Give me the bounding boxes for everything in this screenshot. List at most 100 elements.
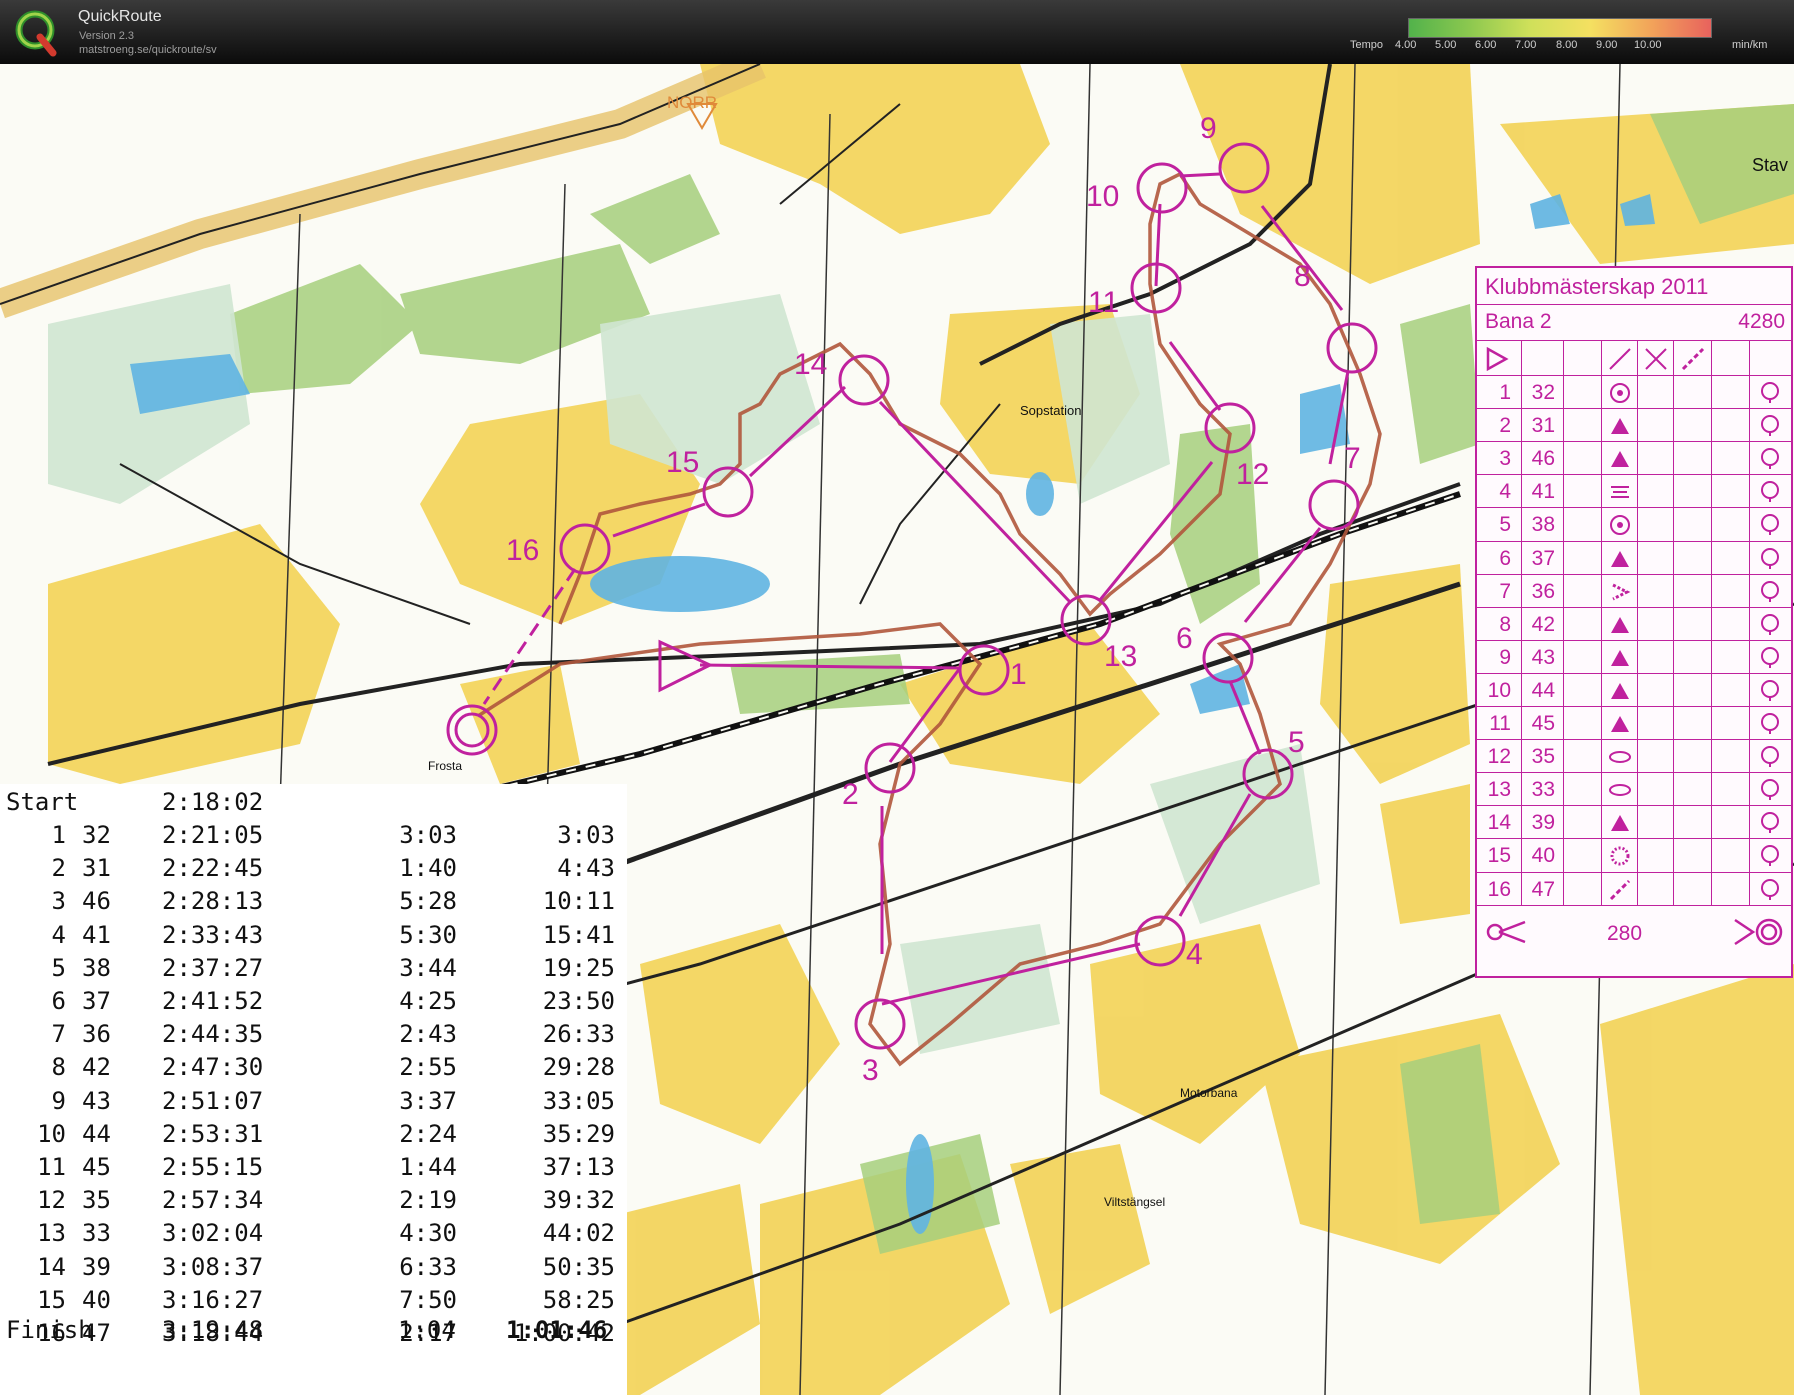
split-control-number: 8 [51, 1053, 66, 1082]
control-code: 43 [1531, 645, 1555, 669]
split-row: 4 41 2:33:43 5:30 15:41 [0, 921, 627, 954]
card-divider [1477, 304, 1791, 340]
split-leg-time: 2:19 [399, 1186, 457, 1215]
split-control-code: 38 [82, 953, 111, 982]
split-leg-time: 5:28 [399, 887, 457, 916]
boulder-icon [1611, 716, 1629, 732]
control-code: 32 [1531, 381, 1555, 404]
control-number: 6 [1499, 546, 1511, 570]
split-control-number: 6 [51, 987, 66, 1015]
split-leg-time: 5:30 [399, 920, 457, 949]
control-code: 40 [1531, 844, 1555, 868]
split-leg-time: 3:44 [399, 953, 457, 982]
split-control-number: 4 [51, 920, 66, 949]
control-number: 16 [506, 534, 539, 567]
control-code: 35 [1531, 745, 1555, 769]
control-number: 16 [1487, 877, 1511, 901]
split-control-code: 35 [82, 1186, 111, 1215]
control-location-icon [1761, 845, 1779, 867]
control-code: 33 [1531, 778, 1555, 802]
split-row: 3 46 2:28:13 5:28 10:11 [0, 887, 627, 920]
control-code: 36 [1531, 579, 1555, 603]
control-number: 9 [1499, 645, 1511, 669]
control-number: 4 [1186, 938, 1203, 971]
boulder-icon [1611, 550, 1629, 567]
control-location-icon [1761, 613, 1779, 635]
tempo-tick: 4.00 [1395, 39, 1417, 51]
control-number: 12 [1487, 745, 1511, 769]
card-column-line [1673, 340, 1674, 905]
control-code: 47 [1531, 877, 1555, 901]
finish-funnel-icon [1486, 920, 1526, 944]
split-row: 7 36 2:44:35 2:43 26:33 [0, 1020, 627, 1053]
control-number: 3 [862, 1054, 879, 1087]
pit-icon [1610, 846, 1630, 866]
split-clock-time: 2:22:45 [162, 854, 264, 883]
split-clock-time: 2:55:15 [162, 1153, 264, 1181]
control-code: 38 [1531, 513, 1555, 537]
start-triangle-icon [1486, 347, 1509, 371]
control-number: 11 [1489, 712, 1511, 735]
thicket-icon [1609, 784, 1631, 797]
tempo-tick: 5.00 [1435, 39, 1457, 51]
split-clock-time: 2:44:35 [162, 1020, 264, 1049]
split-leg-time: 3:03 [399, 821, 457, 849]
control-description-row: 11 45 [1477, 706, 1791, 742]
split-control-number: 7 [51, 1020, 66, 1049]
boulder-icon [1611, 815, 1629, 832]
split-row: 14 39 3:08:37 6:33 50:35 [0, 1253, 627, 1286]
split-row: 15 40 3:16:27 7:50 58:25 [0, 1286, 627, 1319]
split-total-time: 4:43 [557, 854, 615, 883]
split-control-code: 36 [82, 1020, 111, 1049]
split-total-time: 37:13 [542, 1153, 615, 1181]
split-clock-time: 2:33:43 [162, 920, 264, 949]
app-title: QuickRoute [78, 8, 162, 25]
place-label: Stav [1752, 155, 1788, 175]
control-number: 2 [1499, 414, 1511, 438]
quickroute-logo-icon [15, 10, 57, 57]
control-code: 39 [1531, 811, 1555, 835]
control-description-row: 3 46 [1477, 441, 1791, 477]
split-leg-time: 7:50 [399, 1285, 457, 1314]
split-leg-time: 2:43 [399, 1020, 457, 1049]
split-leg-time: 6:33 [399, 1252, 457, 1281]
split-clock-time: 3:02:04 [162, 1219, 264, 1248]
split-row: 1 32 2:21:05 3:03 3:03 [0, 821, 627, 854]
split-total-time: 50:35 [542, 1252, 615, 1281]
path-symbol-icon [1681, 347, 1705, 371]
control-number: 10 [1086, 180, 1119, 213]
split-control-number: 15 [37, 1285, 66, 1314]
control-description-row: 7 36 [1477, 573, 1791, 610]
tempo-unit: min/km [1732, 39, 1768, 51]
split-clock-time: 2:21:05 [162, 821, 264, 849]
split-control-number: 3 [51, 887, 66, 916]
north-label: NORR [667, 93, 717, 112]
split-total-time: 44:02 [542, 1219, 615, 1248]
control-number: 7 [1344, 442, 1361, 475]
split-leg-time: 1:44 [399, 1153, 457, 1181]
place-label: Frosta [428, 759, 462, 773]
control-number: 13 [1487, 778, 1511, 802]
control-description-row: 6 37 [1477, 540, 1791, 577]
control-number: 15 [666, 446, 699, 479]
split-control-number: 5 [51, 953, 66, 982]
split-clock-time: 2:47:30 [162, 1053, 264, 1082]
control-code: 45 [1531, 712, 1555, 735]
boulder-icon [1611, 649, 1629, 666]
split-leg-time: 4:30 [399, 1219, 457, 1248]
boulder-icon [1611, 616, 1629, 633]
split-control-code: 31 [82, 854, 111, 883]
finish-leg: 1:04 [398, 1316, 456, 1344]
control-code: 44 [1531, 678, 1555, 702]
control-number: 8 [1294, 260, 1311, 293]
card-column-line [1637, 340, 1638, 905]
finish-row: Finish 3:19:48 1:04 1:01:46 [0, 1316, 627, 1349]
split-leg-time: 2:24 [399, 1119, 457, 1148]
control-location-icon [1761, 448, 1779, 470]
control-code: 37 [1531, 546, 1555, 570]
control-number: 9 [1200, 112, 1217, 145]
control-number: 15 [1487, 844, 1511, 868]
split-row: 11 45 2:55:15 1:44 37:13 [0, 1153, 627, 1186]
split-control-number: 12 [37, 1186, 66, 1215]
app-url[interactable]: matstroeng.se/quickroute/sv [79, 44, 217, 56]
